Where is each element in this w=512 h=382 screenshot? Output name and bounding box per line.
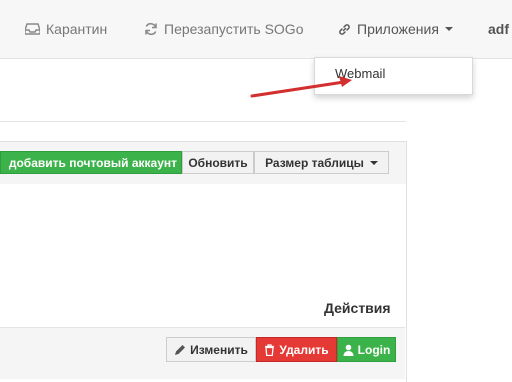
refresh-label: Обновить xyxy=(188,155,248,170)
top-navbar: Карантин Перезапустить SOGo Приложения a… xyxy=(0,0,512,59)
nav-user[interactable]: adf xyxy=(488,19,509,39)
actions-column-header: Действия xyxy=(324,300,391,316)
nav-quarantine-label: Карантин xyxy=(46,21,108,37)
add-mailbox-button[interactable]: добавить почтовый аккаунт xyxy=(0,151,182,174)
nav-restart-label: Перезапустить SOGo xyxy=(164,21,304,37)
refresh-icon xyxy=(144,22,158,36)
nav-apps-label: Приложения xyxy=(357,21,439,37)
nav-user-label: adf xyxy=(488,21,509,37)
delete-label: Удалить xyxy=(279,342,329,357)
user-icon xyxy=(343,344,354,356)
table-size-dropdown[interactable]: Размер таблицы xyxy=(254,151,389,174)
content-divider xyxy=(0,121,406,122)
trash-icon xyxy=(264,343,275,356)
chevron-down-icon xyxy=(444,27,453,31)
inbox-icon xyxy=(25,23,40,35)
refresh-button[interactable]: Обновить xyxy=(182,151,254,174)
delete-button[interactable]: Удалить xyxy=(256,337,337,362)
table-size-label: Размер таблицы xyxy=(265,155,364,170)
login-label: Login xyxy=(357,342,391,357)
edit-button[interactable]: Изменить xyxy=(166,337,256,362)
pencil-icon xyxy=(174,344,186,356)
chevron-down-icon xyxy=(369,160,378,165)
nav-quarantine[interactable]: Карантин xyxy=(25,19,107,39)
login-button[interactable]: Login xyxy=(337,337,396,362)
nav-restart-sogo[interactable]: Перезапустить SOGo xyxy=(144,19,303,39)
annotation-arrow-icon xyxy=(250,76,352,98)
edit-label: Изменить xyxy=(190,342,248,357)
nav-apps-dropdown[interactable]: Приложения xyxy=(338,19,453,39)
add-mailbox-label: добавить почтовый аккаунт xyxy=(8,155,177,170)
link-icon xyxy=(338,23,351,36)
